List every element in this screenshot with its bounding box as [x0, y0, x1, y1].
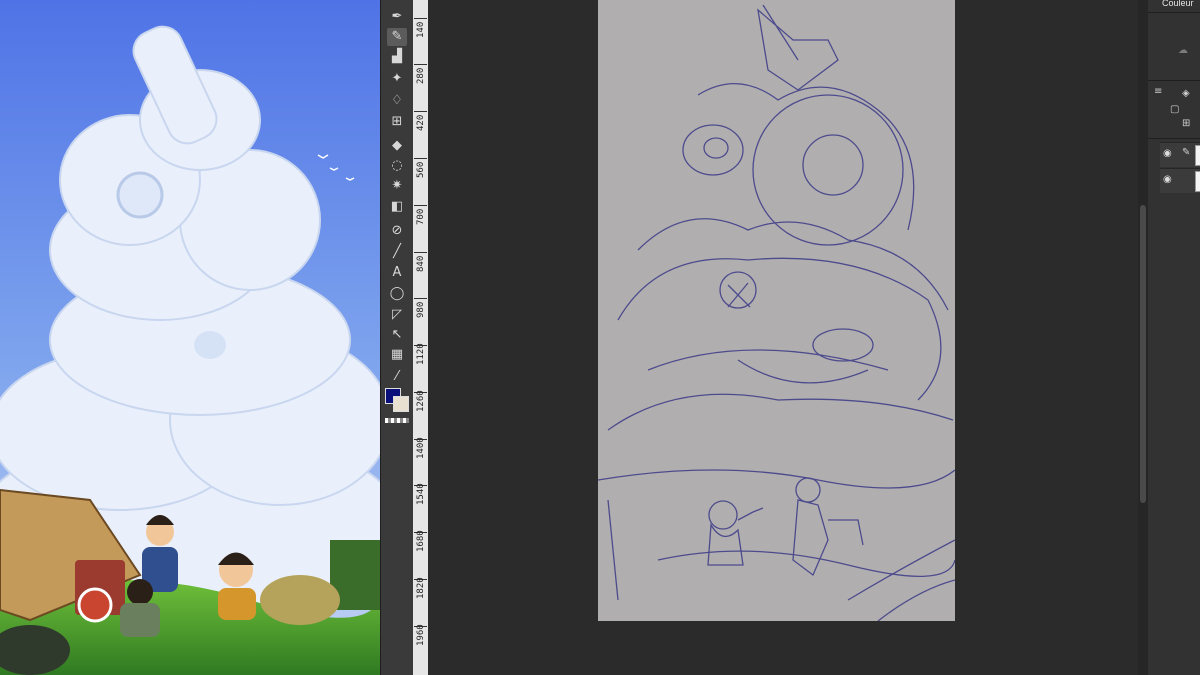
airbrush-icon[interactable]: ✦ [387, 70, 407, 88]
canvas-vertical-scrollbar[interactable] [1138, 0, 1148, 675]
gradient-icon[interactable]: ◧ [387, 198, 407, 216]
eyedropper-icon[interactable]: ⁄ [387, 368, 407, 386]
pencil-icon[interactable]: ✎ [387, 28, 407, 46]
magic-wand-icon[interactable]: ✷ [387, 177, 407, 195]
grid-icon[interactable]: ⊞ [387, 113, 407, 131]
tool-palette: ✒ ✎ ▟ ✦ ♢ ⊞ ◆ ◌ ✷ ◧ ⊘ ╱ A ◯ ◸ ↖ ▦ ⁄ [380, 0, 414, 675]
pencil-layer-icon: ✎ [1182, 147, 1191, 158]
reference-illustration [0, 0, 380, 675]
panel-divider [1148, 12, 1200, 13]
new-layer-icon[interactable]: ⊞ [1182, 118, 1190, 129]
scrollbar-thumb[interactable] [1140, 205, 1146, 503]
layer-row[interactable]: ◉ ✎ [1160, 142, 1200, 167]
cloud-icon: ☁ [1178, 45, 1188, 56]
layer-mode-icon[interactable]: ▢ [1170, 104, 1179, 115]
pen-icon[interactable]: ✒ [387, 8, 407, 26]
eye-icon[interactable]: ◉ [1163, 148, 1172, 159]
layer-thumbnail [1195, 145, 1200, 166]
panel-divider [1148, 80, 1200, 81]
fill-icon[interactable]: ◆ [387, 137, 407, 155]
tone-icon[interactable]: ▦ [387, 346, 407, 364]
transparent-color-swatch[interactable] [385, 418, 409, 423]
panel-divider [1148, 138, 1200, 139]
balloon-icon[interactable]: ◯ [387, 285, 407, 303]
lasso-icon[interactable]: ◌ [387, 157, 407, 175]
eye-icon[interactable]: ◉ [1163, 174, 1172, 185]
reference-image [0, 0, 380, 675]
drawing-canvas[interactable] [597, 0, 956, 622]
figure-icon[interactable]: ⊘ [387, 222, 407, 240]
layers-icon[interactable]: ◈ [1182, 88, 1190, 99]
layer-thumbnail [1195, 171, 1200, 192]
operation-icon[interactable]: ↖ [387, 326, 407, 344]
color-tab-label[interactable]: Couleur [1162, 0, 1194, 8]
sketch-drawing [597, 4, 956, 622]
line-icon[interactable]: ╱ [387, 243, 407, 261]
layer-row[interactable]: ◉ [1160, 168, 1200, 193]
menu-icon[interactable]: ≡ [1154, 86, 1162, 97]
text-icon[interactable]: A [387, 264, 407, 282]
sub-color-swatch[interactable] [393, 396, 409, 412]
vertical-ruler: 140 280 420 560 700 840 980 1120 1260 14… [413, 0, 429, 675]
brush-icon[interactable]: ▟ [387, 48, 407, 66]
blend-icon[interactable]: ♢ [387, 92, 407, 110]
right-panel: Couleur ☁ ≡ ◈ ▢ ⊞ ◉ ✎ ◉ [1148, 0, 1200, 675]
frame-icon[interactable]: ◸ [387, 306, 407, 324]
